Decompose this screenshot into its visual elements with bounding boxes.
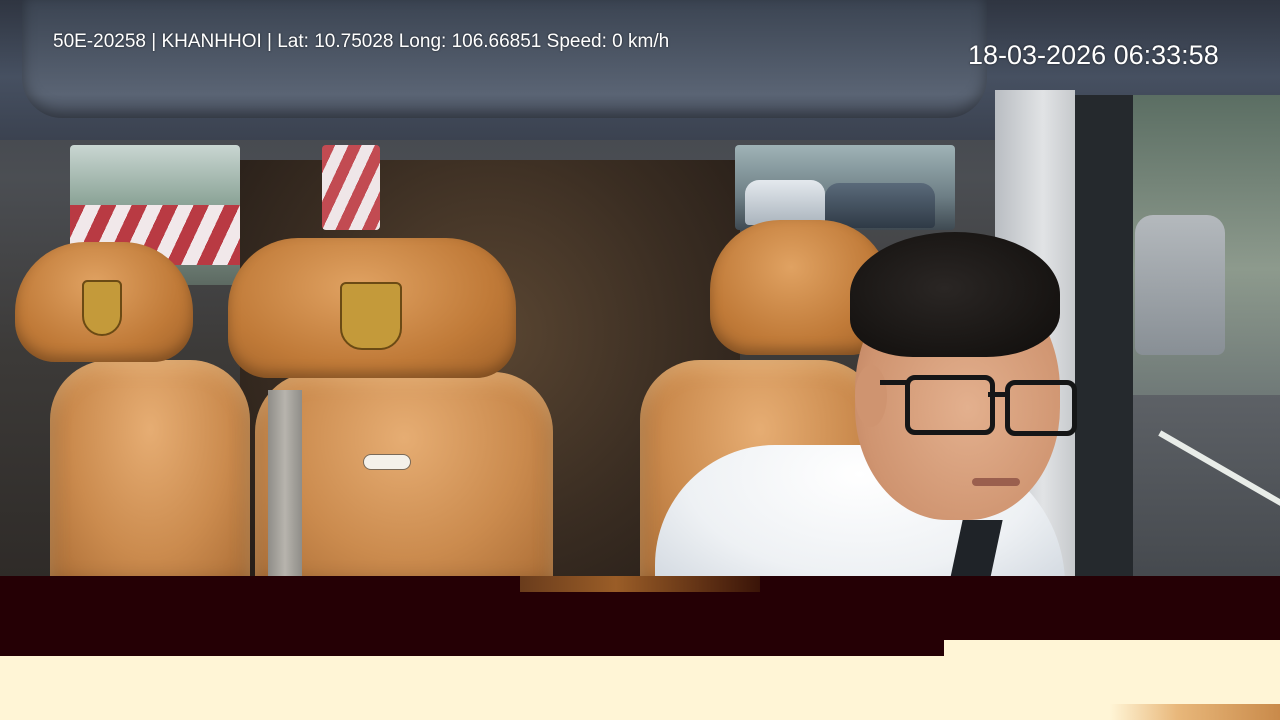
dark-car	[825, 183, 935, 228]
cabin-camera-view: 50E-20258 | KHANHHOI | Lat: 10.75028 Lon…	[0, 0, 1280, 592]
seat-belt	[268, 390, 302, 592]
headliner-panel	[22, 0, 987, 118]
glasses-lens-right	[1005, 380, 1077, 436]
dashcam-frame: 50E-20258 | KHANHHOI | Lat: 10.75028 Lon…	[0, 0, 1280, 720]
glitch-band-light	[0, 656, 1280, 720]
seat-left	[50, 360, 250, 592]
glitch-band-strip	[1110, 704, 1280, 720]
dcar-crest-icon	[340, 282, 402, 350]
driver-ear	[855, 365, 887, 427]
timestamp-overlay: 18-03-2026 06:33:58	[968, 40, 1219, 70]
middle-window	[322, 145, 380, 230]
driver-door-window	[1075, 95, 1280, 592]
white-car	[745, 180, 825, 225]
glasses-lens-left	[905, 375, 995, 435]
door-frame	[1075, 95, 1133, 592]
glitch-band-notch	[944, 640, 1280, 656]
dcar-badge-icon	[363, 454, 411, 470]
dcar-crest-icon	[82, 280, 122, 336]
passing-van	[1135, 215, 1225, 355]
driver-mouth	[972, 478, 1020, 486]
vehicle-info-overlay: 50E-20258 | KHANHHOI | Lat: 10.75028 Lon…	[53, 31, 670, 52]
glitch-band-edge	[520, 576, 760, 592]
right-window	[735, 145, 955, 230]
driver-hair	[850, 232, 1060, 357]
